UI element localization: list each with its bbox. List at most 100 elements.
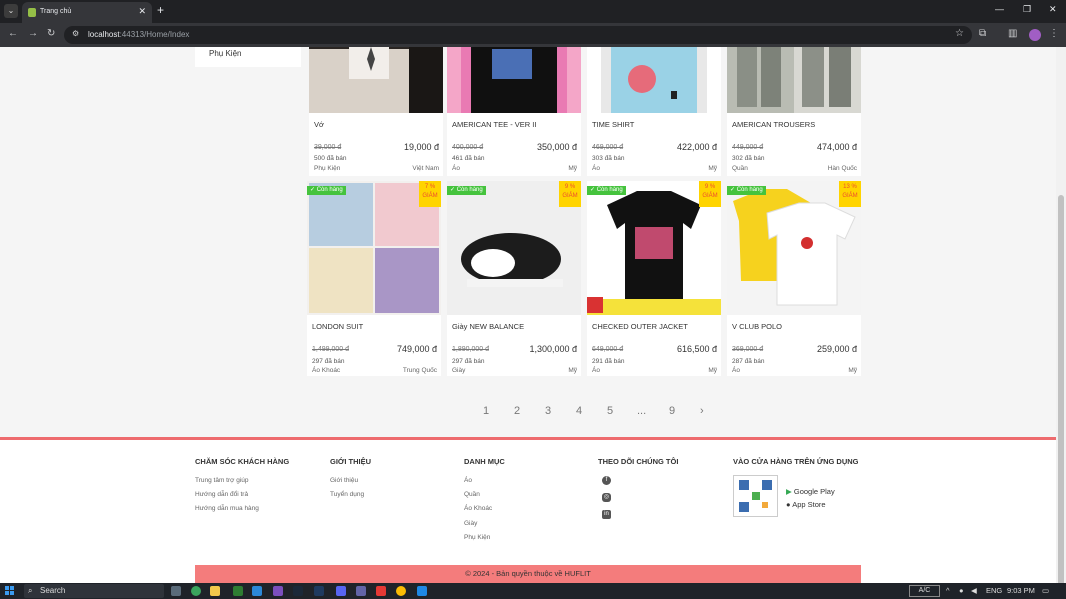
in-stock-badge: ✓ Còn hàng bbox=[727, 186, 766, 195]
url-text[interactable]: localhost:44313/Home/Index bbox=[88, 30, 189, 39]
discord-icon[interactable] bbox=[336, 586, 346, 596]
product-card[interactable]: TIME SHIRT 469,000 đ 422,000 đ 303 đã bá… bbox=[587, 47, 721, 176]
product-name[interactable]: AMERICAN TROUSERS bbox=[732, 120, 815, 129]
page-link[interactable]: 5 bbox=[607, 405, 613, 417]
page-link[interactable]: 2 bbox=[514, 405, 520, 417]
back-icon[interactable]: ← bbox=[8, 28, 18, 39]
chrome-icon[interactable] bbox=[396, 586, 406, 596]
sidebar-item-phu-kien[interactable]: Phụ Kiện bbox=[209, 49, 241, 58]
current-price: 350,000 đ bbox=[536, 142, 577, 152]
windows-start-icon[interactable] bbox=[5, 586, 15, 596]
vscode-icon[interactable] bbox=[252, 586, 262, 596]
facebook-icon[interactable]: f bbox=[602, 476, 611, 485]
sold-count: 297 đã bán bbox=[312, 358, 345, 365]
teams-icon[interactable] bbox=[356, 586, 366, 596]
page-link[interactable]: 1 bbox=[483, 405, 489, 417]
footer-link[interactable]: Hướng dẫn đổi trả bbox=[195, 491, 248, 498]
page-link[interactable]: 4 bbox=[576, 405, 582, 417]
steam-icon[interactable] bbox=[293, 586, 303, 596]
speaker-icon[interactable]: ◀ bbox=[971, 586, 977, 595]
product-category: Áo bbox=[592, 165, 600, 172]
product-card[interactable]: ✓ Còn hàng 13 % GIẢM V CLUB POLO 369,000 … bbox=[727, 181, 861, 376]
google-play-link[interactable]: ▶ Google Play bbox=[786, 487, 835, 496]
footer-heading-about: GIỚI THIỆU bbox=[330, 457, 371, 466]
product-card[interactable]: Vớ 39,000 đ 19,000 đ 500 đã bán Phụ Kiện… bbox=[309, 47, 443, 176]
footer-link[interactable]: Phụ Kiện bbox=[464, 534, 490, 541]
taskbar-search[interactable]: ⌕ Search bbox=[24, 584, 164, 598]
tab-close-icon[interactable]: ✕ bbox=[138, 6, 146, 17]
bookmark-star-icon[interactable]: ☆ bbox=[955, 28, 964, 39]
footer-link[interactable]: Áo bbox=[464, 477, 472, 484]
shop-favicon-icon bbox=[28, 8, 36, 17]
page-link[interactable]: 3 bbox=[545, 405, 551, 417]
product-origin: Mỹ bbox=[848, 367, 857, 374]
product-card[interactable]: ✓ Còn hàng 7 % GIẢM LONDON SUIT 1,499,000… bbox=[307, 181, 441, 376]
visual-studio-icon[interactable] bbox=[273, 586, 283, 596]
edge-icon[interactable] bbox=[191, 586, 201, 596]
site-info-icon[interactable]: ⚙ bbox=[72, 29, 79, 38]
forward-icon[interactable]: → bbox=[28, 28, 38, 39]
product-name[interactable]: CHECKED OUTER JACKET bbox=[592, 322, 688, 331]
product-origin: Mỹ bbox=[568, 367, 577, 374]
ac-indicator[interactable]: A/C bbox=[909, 585, 940, 597]
clock[interactable]: 9:03 PM bbox=[1007, 586, 1035, 595]
product-category: Giày bbox=[452, 367, 466, 374]
product-card[interactable]: ✓ Còn hàng 9 % GIẢM Giày NEW BALANCE 1,89… bbox=[447, 181, 581, 376]
linkedin-icon[interactable]: in bbox=[602, 510, 611, 519]
footer-link[interactable]: Áo Khoác bbox=[464, 505, 492, 512]
tray-chevron-icon[interactable]: ^ bbox=[946, 586, 950, 595]
product-origin: Hàn Quốc bbox=[827, 165, 857, 172]
app-icon[interactable] bbox=[314, 586, 324, 596]
window-close-icon[interactable]: ✕ bbox=[1049, 4, 1057, 15]
product-image[interactable] bbox=[447, 47, 581, 113]
page-scrollbar[interactable] bbox=[1056, 47, 1066, 599]
footer-link[interactable]: Giới thiệu bbox=[330, 477, 358, 484]
product-image[interactable] bbox=[587, 47, 721, 113]
old-price: 1,890,000 đ bbox=[452, 346, 489, 353]
product-name[interactable]: Vớ bbox=[314, 120, 324, 129]
browser-menu-icon[interactable]: ⋮ bbox=[1049, 28, 1059, 39]
browser-tab[interactable]: Trang chủ ✕ bbox=[22, 2, 152, 23]
footer-link[interactable]: Trung tâm trợ giúp bbox=[195, 477, 249, 484]
product-card[interactable]: AMERICAN TEE - VER II 400,000 đ 350,000 … bbox=[447, 47, 581, 176]
apple-icon: ● bbox=[786, 500, 791, 509]
side-panel-icon[interactable]: ▥ bbox=[1008, 28, 1017, 39]
product-card[interactable]: ✓ Còn hàng 9 % GIẢM CHECKED OUTER JACKET … bbox=[587, 181, 721, 376]
microphone-icon[interactable]: ● bbox=[959, 586, 964, 595]
extensions-icon[interactable]: ⧉ bbox=[979, 28, 986, 39]
restore-icon[interactable]: ❐ bbox=[1023, 4, 1031, 15]
product-name[interactable]: V CLUB POLO bbox=[732, 322, 782, 331]
app-icon[interactable] bbox=[417, 586, 427, 596]
footer-link[interactable]: Quần bbox=[464, 491, 480, 498]
sold-count: 291 đã bán bbox=[592, 358, 625, 365]
instagram-icon[interactable]: ◎ bbox=[602, 493, 611, 502]
footer-link[interactable]: Giày bbox=[464, 520, 477, 527]
product-name[interactable]: AMERICAN TEE - VER II bbox=[452, 120, 536, 129]
app-icon[interactable] bbox=[376, 586, 386, 596]
notification-icon[interactable]: ▭ bbox=[1042, 586, 1049, 595]
product-image[interactable] bbox=[309, 47, 443, 113]
next-page-icon[interactable]: › bbox=[700, 405, 704, 417]
current-price: 749,000 đ bbox=[396, 344, 437, 354]
app-store-link[interactable]: ● App Store bbox=[786, 500, 826, 509]
footer-link[interactable]: Hướng dẫn mua hàng bbox=[195, 505, 259, 512]
footer-link[interactable]: Tuyển dụng bbox=[330, 491, 364, 498]
file-explorer-icon[interactable] bbox=[210, 586, 220, 596]
address-bar[interactable]: ⚙ localhost:44313/Home/Index ☆ bbox=[64, 26, 972, 44]
reload-icon[interactable]: ↻ bbox=[47, 28, 55, 39]
excel-icon[interactable] bbox=[233, 586, 243, 596]
minimize-icon[interactable]: — bbox=[995, 4, 1004, 14]
current-price: 19,000 đ bbox=[403, 142, 439, 152]
language-indicator[interactable]: ENG bbox=[986, 586, 1002, 595]
product-card[interactable]: AMERICAN TROUSERS 449,000 đ 474,000 đ 30… bbox=[727, 47, 861, 176]
product-name[interactable]: LONDON SUIT bbox=[312, 322, 363, 331]
product-name[interactable]: TIME SHIRT bbox=[592, 120, 634, 129]
profile-avatar[interactable] bbox=[1029, 29, 1041, 41]
tab-search-icon[interactable]: ⌄ bbox=[4, 4, 18, 18]
page-link[interactable]: 9 bbox=[669, 405, 675, 417]
product-name[interactable]: Giày NEW BALANCE bbox=[452, 322, 524, 331]
new-tab-icon[interactable]: + bbox=[157, 3, 164, 17]
task-view-icon[interactable] bbox=[171, 586, 181, 596]
product-image[interactable] bbox=[727, 47, 861, 113]
scrollbar-thumb[interactable] bbox=[1058, 195, 1064, 599]
